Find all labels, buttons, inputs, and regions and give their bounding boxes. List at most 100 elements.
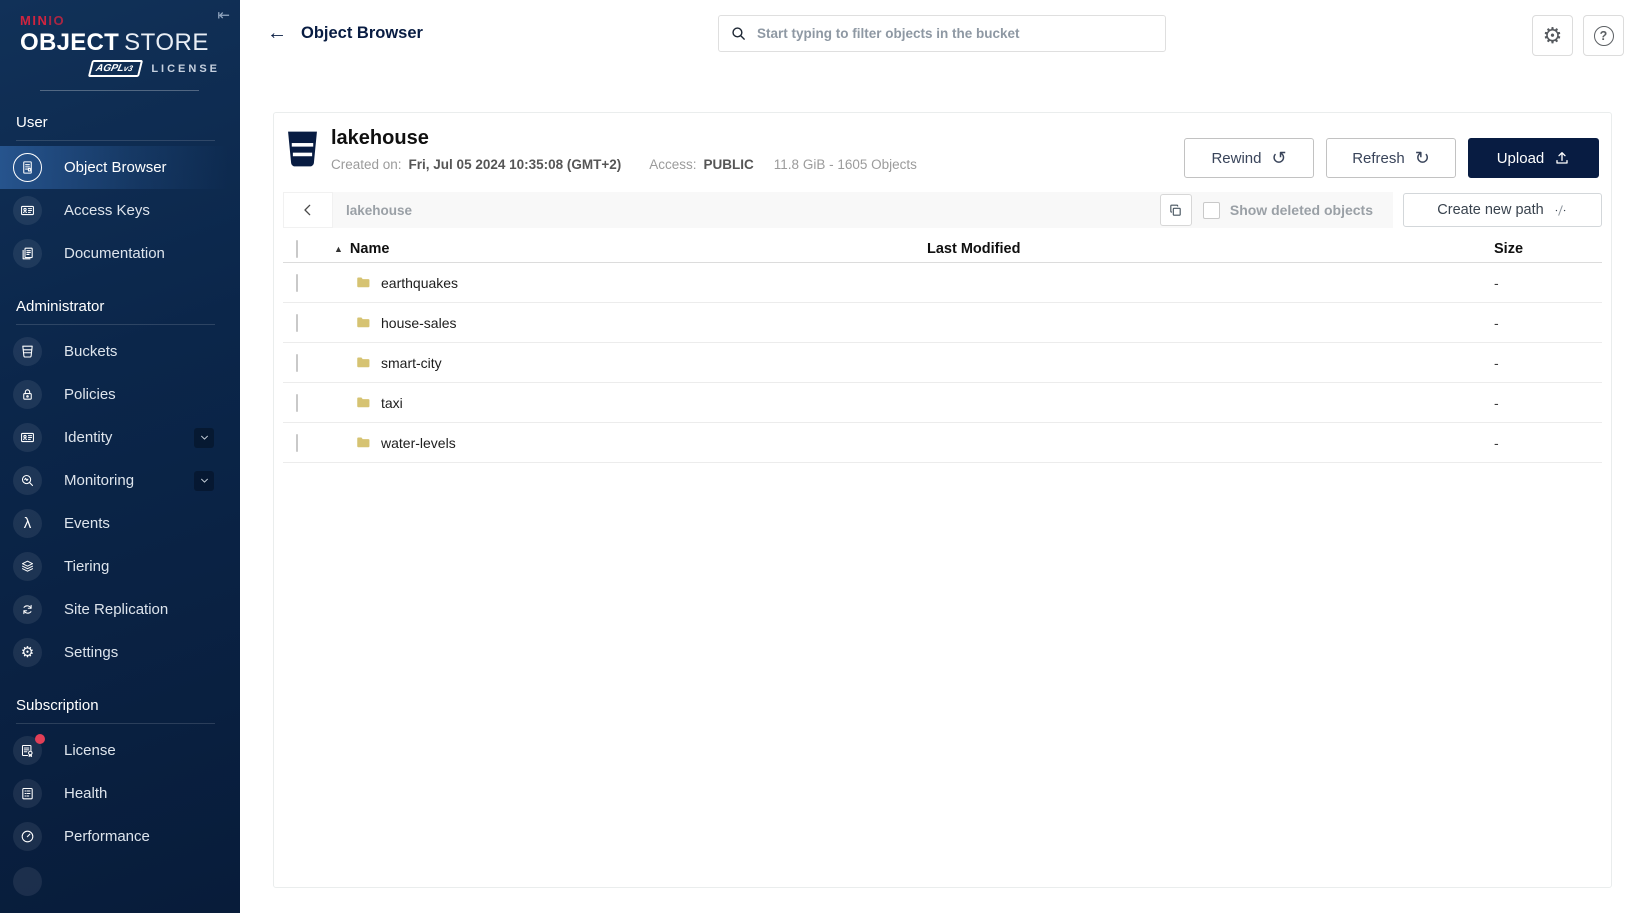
row-checkbox[interactable] — [296, 433, 298, 452]
agpl-badge: AGPLv3 — [87, 60, 143, 77]
show-deleted-label: Show deleted objects — [1229, 202, 1373, 218]
object-size: - — [1494, 274, 1499, 291]
license-label: LICENSE — [151, 62, 220, 75]
folder-icon — [357, 437, 370, 448]
row-checkbox[interactable] — [296, 393, 298, 412]
sidebar-item-partial[interactable] — [0, 860, 240, 903]
sidebar-section-subscription: Subscription — [16, 697, 99, 714]
refresh-icon: ↻ — [1414, 148, 1430, 168]
copy-icon — [1168, 203, 1183, 218]
select-all-checkbox[interactable] — [296, 240, 298, 258]
sidebar-item-tiering[interactable]: Tiering — [0, 545, 240, 588]
access-label: Access: — [649, 157, 697, 172]
sidebar-item-label: Identity — [64, 429, 113, 446]
minio-wordmark: MINIO — [20, 13, 66, 28]
sidebar-item-access-keys[interactable]: Access Keys — [0, 189, 240, 232]
sidebar-item-label: License — [64, 742, 116, 759]
sidebar-item-label: Buckets — [64, 343, 118, 360]
objects-table: ▲ Name Last Modified Size earthquakes - … — [283, 236, 1602, 463]
object-size: - — [1494, 354, 1499, 371]
bucket-icon — [288, 131, 317, 167]
create-new-path-button[interactable]: Create new path — [1403, 193, 1602, 227]
chevron-down-icon[interactable] — [194, 427, 214, 448]
sidebar-item-documentation[interactable]: Documentation — [0, 232, 240, 275]
sidebar-item-label: Events — [64, 515, 110, 532]
column-header-size[interactable]: Size — [1494, 241, 1602, 257]
gear-icon: ⚙ — [1542, 22, 1563, 48]
help-button[interactable]: ? — [1583, 15, 1624, 56]
upload-button[interactable]: Upload — [1468, 138, 1599, 178]
search-input[interactable] — [757, 26, 1154, 41]
chevron-left-icon — [300, 202, 316, 218]
sidebar-item-label: Access Keys — [64, 202, 150, 219]
sidebar-item-label: Site Replication — [64, 601, 169, 618]
sidebar-item-site-replication[interactable]: Site Replication — [0, 588, 240, 631]
object-name: smart-city — [381, 354, 442, 371]
sidebar-item-label: Performance — [64, 828, 150, 845]
table-row[interactable]: house-sales - — [283, 303, 1602, 343]
bucket-meta: Created on: Fri, Jul 05 2024 10:35:08 (G… — [331, 157, 1184, 172]
rewind-button[interactable]: Rewind ↺ — [1184, 138, 1314, 178]
object-name: house-sales — [381, 314, 457, 331]
sidebar-item-monitoring[interactable]: Monitoring — [0, 459, 240, 502]
sidebar-item-performance[interactable]: Performance — [0, 815, 240, 858]
access-value: PUBLIC — [703, 157, 754, 172]
table-row[interactable]: taxi - — [283, 383, 1602, 423]
table-row[interactable]: smart-city - — [283, 343, 1602, 383]
collapse-sidebar-icon[interactable]: ⇤ — [217, 6, 230, 24]
divider — [16, 723, 215, 724]
access-keys-icon — [13, 196, 42, 225]
bucket-header: lakehouse Created on: Fri, Jul 05 2024 1… — [283, 113, 1602, 178]
folder-icon — [357, 317, 370, 328]
column-header-last-modified[interactable]: Last Modified — [920, 241, 1494, 257]
settings-button[interactable]: ⚙ — [1532, 15, 1573, 56]
sidebar-item-license[interactable]: License — [0, 729, 240, 772]
row-checkbox[interactable] — [296, 313, 298, 332]
sidebar-item-events[interactable]: λ Events — [0, 502, 240, 545]
sidebar-item-health[interactable]: Health — [0, 772, 240, 815]
created-value: Fri, Jul 05 2024 10:35:08 (GMT+2) — [408, 157, 622, 172]
column-header-name[interactable]: ▲ Name — [333, 241, 920, 257]
settings-icon: ⚙ — [13, 638, 42, 667]
policies-icon — [13, 380, 42, 409]
events-icon: λ — [13, 509, 42, 538]
sidebar-item-identity[interactable]: Identity — [0, 416, 240, 459]
sidebar-section-user: User — [16, 114, 48, 131]
sidebar-item-policies[interactable]: Policies — [0, 373, 240, 416]
row-checkbox[interactable] — [296, 273, 298, 292]
object-browser-icon — [13, 153, 42, 182]
copy-path-button[interactable] — [1159, 194, 1192, 226]
sidebar-item-label: Policies — [64, 386, 116, 403]
row-checkbox[interactable] — [296, 353, 298, 372]
divider — [16, 140, 215, 141]
sidebar-item-settings[interactable]: ⚙ Settings — [0, 631, 240, 674]
buckets-icon — [13, 337, 42, 366]
chevron-down-icon[interactable] — [194, 470, 214, 491]
sidebar-item-object-browser[interactable]: Object Browser — [0, 146, 240, 189]
object-size: - — [1494, 314, 1499, 331]
notification-dot — [35, 734, 45, 744]
content-area: lakehouse Created on: Fri, Jul 05 2024 1… — [240, 75, 1638, 913]
back-arrow-icon[interactable]: ← — [267, 23, 287, 43]
performance-icon — [13, 822, 42, 851]
sort-asc-icon: ▲ — [334, 243, 343, 254]
folder-icon — [357, 397, 370, 408]
sidebar-section-administrator: Administrator — [16, 298, 105, 315]
browse-controls: lakehouse Show deleted objects Create ne… — [283, 192, 1602, 228]
show-deleted-checkbox[interactable] — [1202, 201, 1220, 219]
table-header: ▲ Name Last Modified Size — [283, 236, 1602, 263]
object-size: - — [1494, 394, 1499, 411]
bucket-stats: 11.8 GiB - 1605 Objects — [773, 157, 917, 172]
created-label: Created on: — [331, 157, 402, 172]
sidebar-item-label: Health — [64, 785, 108, 802]
minio-logo: ⇤ MINIO OBJECT STORE AGPLv3 LICENSE — [0, 0, 240, 91]
table-row[interactable]: water-levels - — [283, 423, 1602, 463]
main-area: ← Object Browser ⚙ ? lakehouse — [240, 0, 1638, 913]
upload-icon — [1554, 150, 1570, 166]
table-row[interactable]: earthquakes - — [283, 263, 1602, 303]
folder-icon — [357, 277, 370, 288]
monitoring-icon — [13, 466, 42, 495]
sidebar-item-buckets[interactable]: Buckets — [0, 330, 240, 373]
refresh-button[interactable]: Refresh ↻ — [1326, 138, 1456, 178]
path-back-button[interactable] — [283, 192, 333, 228]
